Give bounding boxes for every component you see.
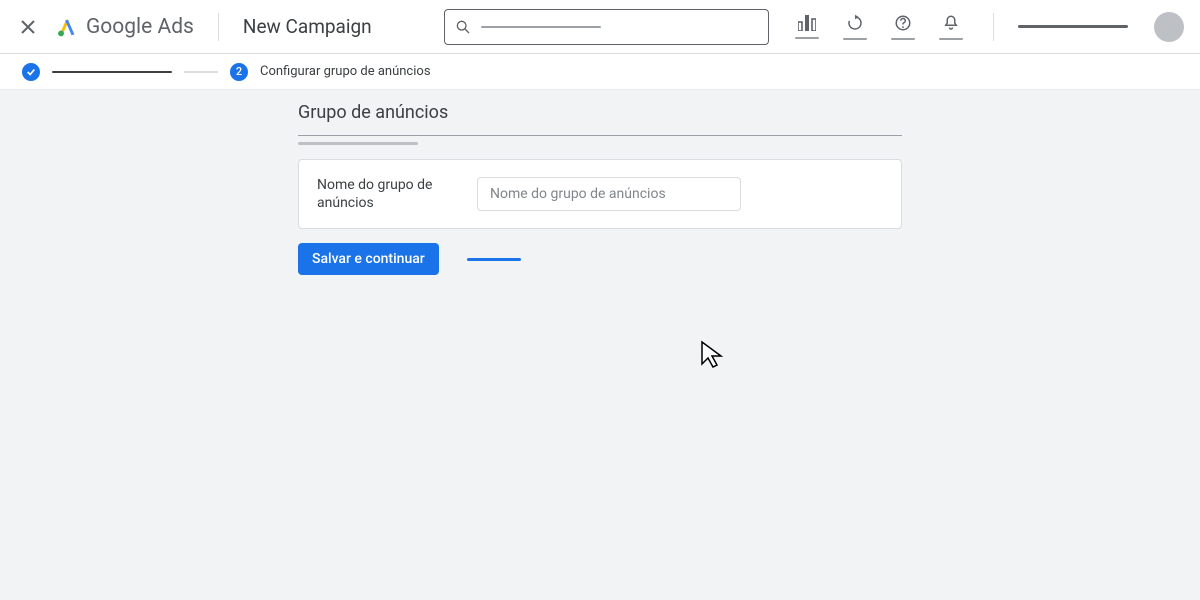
- cursor-icon: [700, 340, 728, 370]
- search-icon: [455, 19, 471, 35]
- cancel-link-redacted[interactable]: [467, 258, 521, 261]
- section-divider: [298, 135, 902, 136]
- adgroup-name-input[interactable]: [490, 186, 728, 202]
- check-icon: [26, 67, 36, 77]
- step-1-label-redacted: [52, 71, 172, 73]
- notifications-icon[interactable]: [933, 9, 969, 45]
- section-title: Grupo de anúncios: [298, 102, 1200, 123]
- save-continue-button[interactable]: Salvar e continuar: [298, 243, 439, 275]
- page-title: New Campaign: [243, 15, 372, 38]
- search-input[interactable]: [444, 9, 769, 45]
- section-subtext-redacted: [298, 142, 418, 145]
- help-icon[interactable]: [885, 9, 921, 45]
- stepper: 2 Configurar grupo de anúncios: [0, 54, 1200, 90]
- step-2-label: Configurar grupo de anúncios: [260, 64, 431, 79]
- main-content: Grupo de anúncios Nome do grupo de anúnc…: [0, 90, 1200, 275]
- product-name: Google Ads: [86, 15, 194, 39]
- account-label-redacted[interactable]: [1018, 25, 1128, 28]
- adgroup-name-label: Nome do grupo de anúncios: [317, 176, 437, 212]
- form-actions: Salvar e continuar: [298, 243, 1200, 275]
- reports-icon[interactable]: [789, 9, 825, 45]
- avatar[interactable]: [1154, 12, 1184, 42]
- product-logo[interactable]: Google Ads: [56, 15, 194, 39]
- divider: [993, 13, 994, 41]
- step-1-check[interactable]: [22, 63, 40, 81]
- step-2-badge[interactable]: 2: [230, 63, 248, 81]
- header-toolbar: [789, 9, 1184, 45]
- app-header: Google Ads New Campaign: [0, 0, 1200, 54]
- close-icon[interactable]: [16, 15, 40, 39]
- refresh-icon[interactable]: [837, 9, 873, 45]
- ads-logo-icon: [56, 16, 78, 38]
- search-placeholder-redacted: [481, 26, 601, 28]
- adgroup-name-card: Nome do grupo de anúncios: [298, 159, 902, 229]
- step-connector: [184, 71, 218, 73]
- divider: [218, 13, 219, 41]
- adgroup-name-field[interactable]: [477, 177, 741, 211]
